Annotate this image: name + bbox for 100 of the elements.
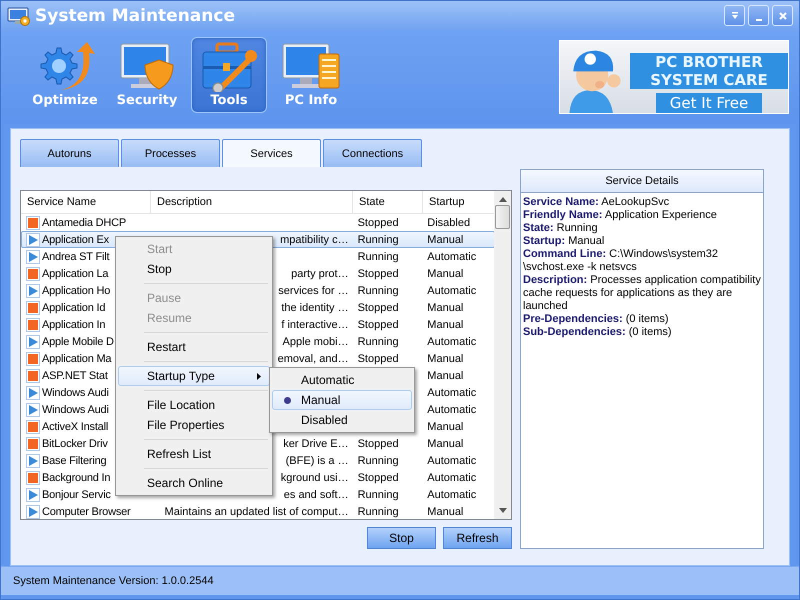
tab[interactable]: Services (222, 139, 321, 168)
table-cell: Bonjour Servic (42, 488, 111, 501)
tab[interactable]: Processes (121, 139, 220, 168)
table-cell: Application Ma (42, 352, 112, 365)
table-cell: ASP.NET Stat (42, 370, 108, 382)
table-cell: es and soft… (284, 488, 349, 501)
detail-text: Service Name: AeLookupSvc (523, 196, 670, 210)
menu-item[interactable]: Restart (118, 337, 270, 358)
scroll-thumb[interactable] (495, 205, 510, 230)
table-cell: Running (358, 506, 399, 518)
table-cell: Stopped (358, 268, 399, 280)
table-cell: Automatic (427, 284, 476, 297)
menu-item[interactable]: Startup Type (118, 366, 270, 386)
detail-text: Sub-Dependencies: (0 items) (523, 326, 673, 340)
monitor-gear-icon (7, 6, 31, 26)
table-cell: Maintains an updated list of comput… (164, 506, 349, 518)
table-cell: Application Id (42, 302, 106, 314)
table-cell: Stopped (358, 438, 399, 450)
table-cell: Stopped (358, 318, 399, 331)
menu-item[interactable]: File Location (118, 395, 270, 416)
detail-text: Command Line: C:\Windows\system32 \svchost.exe -k netsvcs (523, 248, 719, 274)
column-header[interactable]: Description (151, 191, 353, 214)
table-cell: (BFE) is a … (286, 454, 349, 467)
tab[interactable]: Autoruns (20, 139, 119, 168)
table-cell: Stopped (358, 352, 399, 365)
table-cell: Manual (427, 318, 464, 331)
table-cell: Automatic (427, 386, 476, 399)
table-cell: Running (358, 488, 399, 501)
scrollbar[interactable] (494, 191, 511, 520)
table-cell: mpatibility c… (280, 234, 349, 246)
table-cell: Automatic (427, 336, 476, 348)
table-cell: Automatic (427, 454, 476, 467)
menu-item[interactable]: Automatic (272, 370, 412, 390)
table-cell: BitLocker Driv (42, 438, 108, 450)
menu-item[interactable]: Refresh List (118, 444, 270, 464)
table-cell: the identity … (281, 302, 349, 314)
close-button[interactable] (772, 5, 793, 26)
table-cell: Application La (42, 268, 108, 280)
action-button[interactable]: Refresh (443, 527, 512, 550)
column-header[interactable]: State (353, 191, 423, 214)
detail-text: State: Running (523, 222, 599, 236)
table-cell: ker Drive E… (283, 438, 349, 450)
menu-item[interactable]: Stop (118, 259, 270, 280)
ad-title: PC BROTHER (655, 52, 763, 71)
menu-item[interactable]: Search Online (118, 473, 270, 494)
table-cell: f interactive… (281, 318, 349, 331)
down-arrow-icon[interactable] (498, 508, 506, 514)
table-cell: Application In (42, 318, 106, 331)
up-arrow-icon[interactable] (498, 196, 506, 202)
table-cell: Stopped (358, 216, 399, 229)
menu-button[interactable] (724, 5, 745, 26)
caret-icon (730, 10, 740, 21)
table-cell: emoval, and… (278, 352, 349, 365)
table-cell: Apple Mobile D (42, 336, 114, 348)
action-button[interactable]: Stop (367, 527, 436, 550)
version-text: System Maintenance Version: 1.0.0.2544 (13, 575, 214, 588)
table-cell: Manual (427, 302, 464, 314)
window-title: System Maintenance (35, 6, 236, 26)
table-cell: party prot… (291, 268, 349, 280)
table-cell: Background In (42, 472, 110, 484)
table-cell: Manual (427, 506, 464, 518)
table-cell: Manual (427, 420, 464, 433)
menu-item[interactable]: Disabled (272, 410, 412, 430)
table-cell: Automatic (427, 488, 476, 501)
table-cell: Stopped (358, 472, 399, 484)
table-cell: ActiveX Install (42, 420, 108, 433)
table-cell: Stopped (358, 302, 399, 314)
close-icon (778, 10, 788, 21)
table-cell: services for … (278, 284, 349, 297)
table-cell: Manual (427, 438, 464, 450)
table-cell: Running (358, 234, 399, 246)
table-cell: Running (358, 454, 399, 467)
minimize-button[interactable] (748, 5, 769, 26)
table-cell: Automatic (427, 250, 476, 263)
column-header[interactable]: Service Name (21, 191, 151, 214)
table-cell: Running (358, 336, 399, 348)
ad-title: SYSTEM CARE (650, 70, 768, 89)
table-cell: Application Ho (42, 284, 110, 297)
table-cell: kground usi… (280, 472, 349, 484)
table-cell: Base Filtering (42, 454, 106, 467)
table-cell: Automatic (427, 472, 476, 484)
nav-button[interactable]: Tools (191, 36, 267, 113)
table-cell: Disabled (427, 216, 470, 229)
minimize-icon (756, 18, 762, 21)
detail-text: Friendly Name: Application Experience (523, 209, 718, 222)
table-cell: Running (358, 250, 399, 263)
table-cell: Windows Audi (42, 386, 109, 399)
menu-item[interactable]: Manual (272, 390, 412, 410)
table-cell: Antamedia DHCP (42, 216, 126, 229)
detail-text: Startup: Manual (523, 235, 606, 248)
menu-item[interactable]: File Properties (118, 415, 270, 436)
table-cell: Manual (427, 268, 464, 280)
table-cell: Andrea ST Filt (42, 250, 110, 263)
panel-title: Service Details (521, 170, 763, 194)
table-cell: Manual (427, 370, 464, 382)
tab[interactable]: Connections (323, 139, 422, 168)
detail-text: Description: Processes application compatibility cache requests for applications as they are launched (523, 274, 761, 314)
table-cell: Running (358, 284, 399, 297)
table-cell: Windows Audi (42, 404, 109, 416)
table-cell: Application Ex (42, 234, 109, 246)
